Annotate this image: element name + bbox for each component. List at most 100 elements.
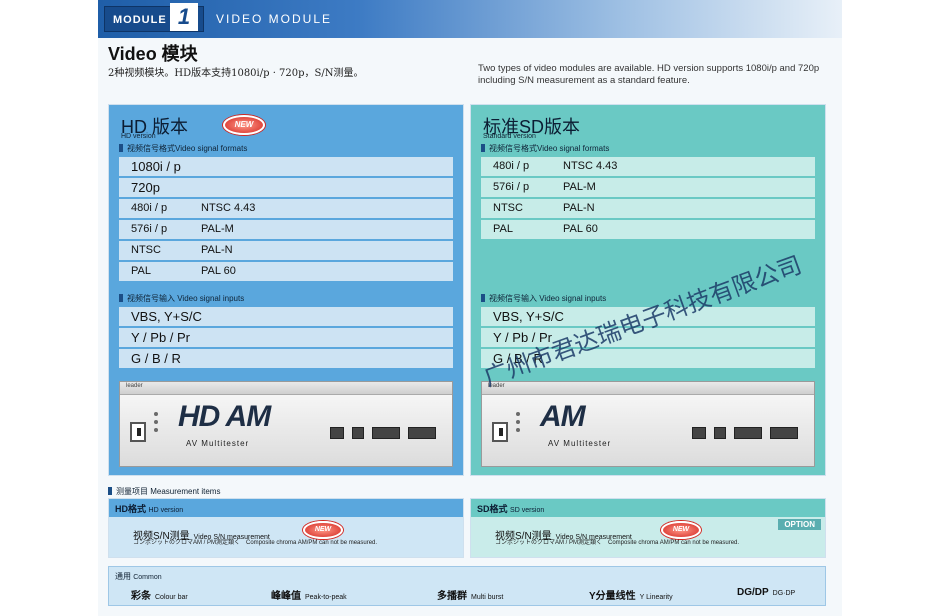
common-item: 彩条 Colour bar — [131, 587, 188, 602]
page-title: Video 模块 — [108, 44, 198, 64]
format-secondary: PAL 60 — [563, 223, 598, 235]
hd-device-image: leader HD AM AV Multitester — [119, 381, 453, 467]
hd-formats-label: 视频信号格式Video signal formats — [119, 143, 247, 154]
hd-new-badge: NEW — [223, 115, 265, 135]
hd-inputs-label: 视频信号输入 Video signal inputs — [119, 293, 244, 304]
device-brand: leader — [126, 383, 143, 389]
hd-input-row: VBS, Y+S/C — [119, 307, 453, 326]
sd-input-row: Y / Pb / Pr — [481, 328, 815, 347]
intro-chinese: 2种视频模块。HD版本支持1080i/p · 720p，S/N测量。 — [108, 68, 364, 79]
device-brand: leader — [488, 383, 505, 389]
format-secondary: PAL 60 — [201, 265, 236, 277]
format-primary: PAL — [131, 265, 151, 277]
intro-english: Two types of video modules are available… — [478, 63, 820, 86]
common-heading-en: Common — [133, 574, 162, 581]
common-item-en: Peak-to-peak — [305, 594, 347, 601]
hd-format-row: 720p — [119, 178, 453, 197]
common-item: Y分量线性 Y Linearity — [589, 587, 673, 602]
format-primary: 480i / p — [131, 202, 168, 214]
common-item: DG/DP DG·DP — [737, 587, 795, 598]
led-indicators-icon — [516, 412, 520, 436]
hd-format-row: 1080i / p — [119, 157, 453, 176]
device-top-strip: leader — [120, 382, 452, 395]
hd-measurement-title-cn: HD格式 — [115, 504, 146, 514]
format-primary: PAL — [493, 223, 513, 235]
format-primary: 480i / p — [493, 160, 530, 172]
device-ports-icon — [330, 426, 446, 440]
measurement-heading: 测量项目 Measurement items — [108, 486, 220, 497]
sd-measurement-title: SD格式 SD version — [477, 502, 544, 515]
sd-format-row: NTSC PAL-N — [481, 199, 815, 218]
sd-input-row: VBS, Y+S/C — [481, 307, 815, 326]
hd-format-row: PAL PAL 60 — [119, 262, 453, 281]
hd-panel-subtitle: HD version — [121, 133, 156, 140]
device-logo-sub: AV Multitester — [548, 439, 612, 448]
format-primary: 1080i / p — [131, 159, 181, 174]
common-item-cn: 峰峰值 — [271, 591, 301, 602]
sd-measurement-title-cn: SD格式 — [477, 504, 508, 514]
hd-format-row: 480i / p NTSC 4.43 — [119, 199, 453, 218]
catalog-page: MODULE 1 VIDEO MODULE Video 模块 2种视频模块。HD… — [98, 0, 842, 616]
common-item-en: Colour bar — [155, 594, 188, 601]
sd-format-row: PAL PAL 60 — [481, 220, 815, 239]
sd-measurement-box: SD格式 SD version OPTION NEW 视频S/N测量 Video … — [470, 498, 826, 558]
common-item: 峰峰值 Peak-to-peak — [271, 587, 347, 602]
module-header-band: MODULE 1 VIDEO MODULE — [98, 0, 842, 38]
common-item-cn: DG/DP — [737, 587, 769, 598]
sd-inputs-label: 视频信号输入 Video signal inputs — [481, 293, 606, 304]
sd-device-image: leader AM AV Multitester — [481, 381, 815, 467]
common-heading: 通用 Common — [115, 571, 162, 582]
device-logo: AM — [540, 400, 586, 433]
module-title: VIDEO MODULE — [216, 12, 333, 26]
led-indicators-icon — [154, 412, 158, 436]
power-switch-icon — [492, 422, 508, 442]
common-item: 多播群 Multi burst — [437, 587, 503, 602]
power-switch-icon — [130, 422, 146, 442]
module-number: 1 — [170, 3, 198, 31]
format-secondary: NTSC 4.43 — [563, 160, 618, 172]
hd-measurement-title-en: HD version — [148, 507, 184, 514]
common-items-box: 通用 Common 彩条 Colour bar 峰峰值 Peak-to-peak 多… — [108, 566, 826, 606]
common-item-en: Multi burst — [471, 594, 504, 601]
format-primary: 576i / p — [131, 223, 168, 235]
format-primary: NTSC — [131, 244, 161, 256]
sd-formats-label: 视频信号格式Video signal formats — [481, 143, 609, 154]
sd-measurement-new-badge: NEW — [661, 521, 701, 539]
sd-panel: 标准SD版本 Standard version 视频信号格式Video sign… — [470, 104, 826, 476]
device-logo-sub: AV Multitester — [186, 439, 250, 448]
hd-input-row: G / B / R — [119, 349, 453, 368]
option-badge: OPTION — [778, 519, 821, 530]
format-primary: 576i / p — [493, 181, 530, 193]
common-heading-cn: 通用 — [115, 572, 131, 581]
common-item-cn: 多播群 — [437, 591, 467, 602]
sd-measurement-note: コンポジットのクロマAM / PM測定類く Composite chroma A… — [495, 540, 740, 546]
format-secondary: PAL-N — [563, 202, 595, 214]
device-ports-icon — [692, 426, 808, 440]
hd-format-row: 576i / p PAL-M — [119, 220, 453, 239]
hd-measurement-box: HD格式 HD version NEW 视频S/N测量 Video S/N mea… — [108, 498, 464, 558]
sd-input-row: G / B / R — [481, 349, 815, 368]
hd-format-row: NTSC PAL-N — [119, 241, 453, 260]
hd-measurement-note: コンポジットのクロマAM / PM測定類く Composite chroma A… — [133, 540, 378, 546]
device-logo: HD AM — [178, 400, 271, 433]
hd-panel: HD 版本 NEW HD version 视频信号格式Video signal … — [108, 104, 464, 476]
format-secondary: PAL-M — [563, 181, 596, 193]
common-item-cn: Y分量线性 — [589, 591, 636, 602]
sd-format-row: 576i / p PAL-M — [481, 178, 815, 197]
format-primary: 720p — [131, 180, 160, 195]
sd-measurement-title-en: SD version — [510, 507, 545, 514]
format-secondary: PAL-M — [201, 223, 234, 235]
sd-panel-subtitle: Standard version — [483, 133, 536, 140]
format-secondary: NTSC 4.43 — [201, 202, 256, 214]
common-item-cn: 彩条 — [131, 591, 151, 602]
hd-measurement-title: HD格式 HD version — [115, 502, 183, 515]
common-item-en: DG·DP — [772, 590, 796, 597]
format-primary: NTSC — [493, 202, 523, 214]
device-top-strip: leader — [482, 382, 814, 395]
format-secondary: PAL-N — [201, 244, 233, 256]
common-item-en: Y Linearity — [639, 594, 673, 601]
module-tag-text: MODULE — [113, 14, 167, 26]
sd-format-row: 480i / p NTSC 4.43 — [481, 157, 815, 176]
hd-measurement-new-badge: NEW — [303, 521, 343, 539]
hd-input-row: Y / Pb / Pr — [119, 328, 453, 347]
